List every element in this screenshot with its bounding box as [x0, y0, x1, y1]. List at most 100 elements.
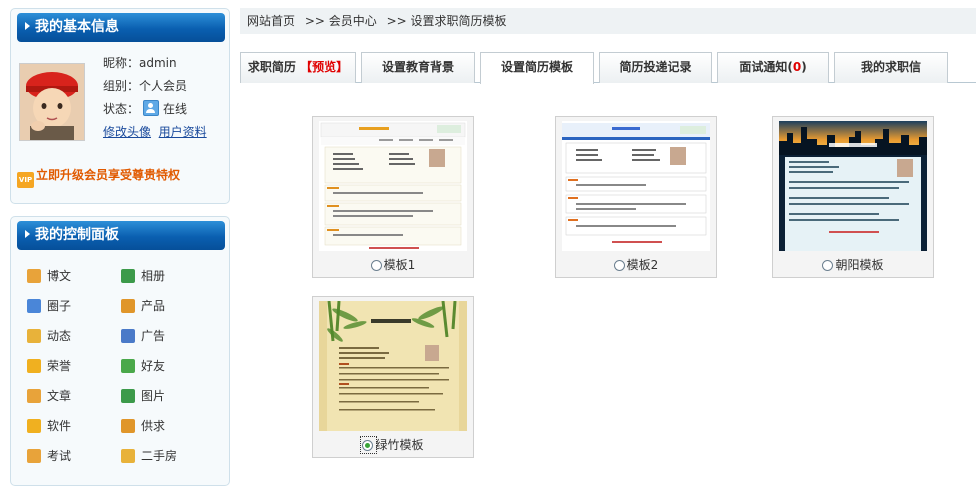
control-panel-item[interactable]: 荣誉 [27, 357, 71, 375]
control-panel-item-label: 广告 [141, 329, 166, 343]
group-text: 组别：个人会员 [103, 79, 188, 93]
circle-icon [27, 299, 41, 313]
control-panel-item-label: 动态 [47, 329, 72, 343]
template-card[interactable]: 绿竹模板 [312, 296, 474, 458]
bamboo-template-radio[interactable] [362, 440, 374, 451]
template-card[interactable]: 模板1 [312, 116, 474, 278]
control-panel-item[interactable]: 广告 [121, 327, 165, 345]
template-2-thumbnail[interactable] [562, 121, 710, 251]
arrow-right-icon [25, 230, 30, 238]
control-panel-item-label: 供求 [141, 419, 166, 433]
template-2-radio[interactable] [613, 260, 625, 271]
arrow-right-icon [25, 22, 30, 30]
tab-cover-letter[interactable]: 我的求职信 [834, 52, 948, 83]
status-value: 在线 [163, 102, 188, 116]
control-panel-item-label: 荣誉 [47, 359, 72, 373]
bamboo-template-thumbnail[interactable] [319, 301, 467, 431]
template-1-thumbnail[interactable] [319, 121, 467, 251]
template-1-radio[interactable] [370, 260, 382, 271]
avatar [19, 63, 85, 141]
control-panel-item[interactable]: 圈子 [27, 297, 71, 315]
template-card[interactable]: 朝阳模板 [772, 116, 934, 278]
upgrade-vip-text: 立即升级会员享受尊贵特权 [36, 168, 181, 182]
profile-panel: 我的基本信息 昵称：admin 组别：个人会员 状态： 在线 修改头像 用户资料 … [10, 8, 230, 204]
child-photo-icon [20, 64, 84, 140]
tab-interview-notice-count: 0 [792, 60, 802, 74]
control-panel-item-label: 相册 [141, 269, 166, 283]
article-icon [27, 389, 41, 403]
control-panel-item-label: 文章 [47, 389, 72, 403]
tab-interview-notice[interactable]: 面试通知(0) [717, 52, 829, 83]
ad-icon [121, 329, 135, 343]
profile-panel-title: 我的基本信息 [35, 19, 119, 35]
sunrise-template-thumbnail[interactable] [779, 121, 927, 251]
honor-icon [27, 359, 41, 373]
breadcrumb: 网站首页 >> 会员中心 >> 设置求职简历模板 [240, 8, 976, 34]
template-1-preview-icon [319, 121, 467, 251]
template-option[interactable]: 模板1 [313, 255, 473, 275]
template-option[interactable]: 朝阳模板 [773, 255, 933, 275]
tab-education[interactable]: 设置教育背景 [361, 52, 475, 83]
tab-cover-letter-label: 我的求职信 [860, 60, 921, 74]
control-panel-item-label: 好友 [141, 359, 166, 373]
control-panel-item[interactable]: 考试 [27, 447, 71, 465]
control-panel-item[interactable]: 博文 [27, 267, 71, 285]
control-panel-item-label: 二手房 [141, 449, 178, 463]
control-panel-item-label: 软件 [47, 419, 72, 433]
control-panel-item[interactable]: 好友 [121, 357, 165, 375]
upgrade-vip-link[interactable]: VIP 立即升级会员享受尊贵特权 [17, 165, 181, 188]
supply-icon [121, 419, 135, 433]
control-panel-item-label: 圈子 [47, 299, 72, 313]
sunrise-template-label: 朝阳模板 [835, 258, 884, 272]
news-icon [27, 329, 41, 343]
bamboo-template-preview-icon [319, 301, 467, 431]
control-panel: 我的控制面板 博文 相册圈子 产品动态 广告荣誉 好友文章 图片软件 供求考试 二手房 [10, 216, 230, 486]
sunrise-template-radio[interactable] [822, 260, 834, 271]
friend-icon [121, 359, 135, 373]
product-icon [121, 299, 135, 313]
blog-icon [27, 269, 41, 283]
tab-interview-notice-label: 面试通知 [739, 60, 788, 74]
control-panel-header: 我的控制面板 [17, 221, 225, 250]
template-option[interactable]: 模板2 [556, 255, 716, 275]
control-panel-item[interactable]: 动态 [27, 327, 71, 345]
status-label: 状态： [103, 102, 140, 116]
control-panel-item[interactable]: 二手房 [121, 447, 177, 465]
tab-resume-template-label: 设置简历模板 [500, 60, 573, 74]
control-panel-item[interactable]: 相册 [121, 267, 165, 285]
control-panel-item[interactable]: 图片 [121, 387, 165, 405]
control-panel-item[interactable]: 文章 [27, 387, 71, 405]
tab-education-label: 设置教育背景 [381, 60, 454, 74]
control-panel-item-label: 产品 [141, 299, 166, 313]
user-profile-link[interactable]: 用户资料 [159, 125, 207, 139]
control-panel-item[interactable]: 产品 [121, 297, 165, 315]
house-icon [121, 449, 135, 463]
template-card[interactable]: 模板2 [555, 116, 717, 278]
bamboo-template-focus [360, 436, 378, 454]
tab-delivery-records-label: 简历投递记录 [619, 60, 692, 74]
profile-links: 修改头像 用户资料 [103, 123, 207, 141]
template-2-preview-icon [562, 121, 710, 251]
tab-resume[interactable]: 求职简历 【预览】 [240, 52, 356, 83]
breadcrumb-current: >> 设置求职简历模板 [386, 14, 507, 28]
control-panel-item[interactable]: 软件 [27, 417, 71, 435]
control-panel-item-label: 考试 [47, 449, 72, 463]
tab-delivery-records[interactable]: 简历投递记录 [599, 52, 712, 83]
template-option[interactable]: 绿竹模板 [313, 435, 473, 455]
picture-icon [121, 389, 135, 403]
breadcrumb-member-link[interactable]: >> 会员中心 [305, 14, 377, 28]
breadcrumb-home-link[interactable]: 网站首页 [247, 14, 295, 28]
status-row: 状态： 在线 [103, 100, 187, 118]
control-panel-item[interactable]: 供求 [121, 417, 165, 435]
control-panel-item-label: 博文 [47, 269, 72, 283]
control-panel-title: 我的控制面板 [35, 227, 119, 243]
tab-resume-preview-link[interactable]: 【预览】 [300, 60, 348, 74]
bamboo-template-label: 绿竹模板 [375, 438, 424, 452]
control-panel-item-label: 图片 [141, 389, 166, 403]
template-2-label: 模板2 [626, 258, 659, 272]
tab-resume-template[interactable]: 设置简历模板 [480, 52, 594, 84]
sunrise-template-preview-icon [779, 121, 927, 251]
template-1-label: 模板1 [383, 258, 416, 272]
edit-avatar-link[interactable]: 修改头像 [103, 125, 151, 139]
album-icon [121, 269, 135, 283]
